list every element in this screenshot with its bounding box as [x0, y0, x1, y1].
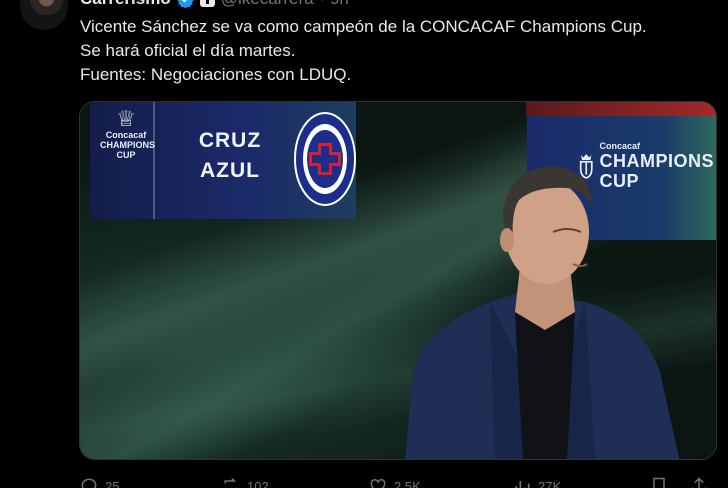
- like-count: 2.5K: [394, 478, 421, 488]
- view-count: 27K: [538, 478, 562, 488]
- views-icon: [515, 481, 530, 488]
- ad-board-left: ♕ Concacaf CHAMPIONS CUP CRUZ AZUL: [90, 102, 356, 219]
- views-button[interactable]: 27K: [512, 476, 561, 488]
- tweet-text-line: Fuentes: Negociaciones con LDUQ.: [80, 65, 352, 84]
- stadium-red-strip: [526, 102, 716, 116]
- share-icon: [691, 477, 707, 488]
- affiliation-badge-icon: [199, 0, 215, 7]
- reply-count: 25: [105, 478, 120, 488]
- coach-figure: [405, 166, 680, 459]
- concacaf-logo-left: ♕ Concacaf CHAMPIONS CUP: [100, 106, 156, 161]
- share-button[interactable]: [689, 476, 709, 488]
- bookmark-button[interactable]: [649, 476, 669, 488]
- tweet-action-bar: 25 102 2.5K 27K: [79, 474, 719, 488]
- tweet-text-line: Vicente Sánchez se va como campeón de la…: [80, 17, 647, 36]
- reply-icon: [81, 478, 97, 488]
- tweet-text: Vicente Sánchez se va como campeón de la…: [80, 15, 710, 87]
- tweet-text-line: Se hará oficial el día martes.: [80, 41, 296, 60]
- tweet-media-image[interactable]: ♕ Concacaf CHAMPIONS CUP CRUZ AZUL Conca…: [79, 101, 717, 460]
- bookmark-icon: [653, 477, 665, 488]
- avatar[interactable]: [20, 0, 68, 30]
- cruz-azul-crest-icon: [294, 112, 356, 206]
- repost-count: 102: [247, 478, 269, 488]
- repost-button[interactable]: 102: [221, 476, 269, 488]
- verified-badge-icon: [177, 0, 194, 8]
- team-name: CRUZ AZUL: [198, 129, 262, 182]
- reply-button[interactable]: 25: [79, 476, 119, 488]
- repost-icon: [224, 477, 237, 484]
- display-name[interactable]: Carrerismo: [80, 0, 171, 9]
- timestamp[interactable]: · 9h: [320, 0, 349, 9]
- heart-icon: [370, 478, 386, 488]
- tweet-header: Carrerismo @ikecarrera · 9h: [80, 0, 349, 10]
- board-divider: [153, 102, 155, 219]
- trophy-icon: ♕: [116, 106, 136, 131]
- handle[interactable]: @ikecarrera: [221, 0, 314, 9]
- like-button[interactable]: 2.5K: [368, 476, 421, 488]
